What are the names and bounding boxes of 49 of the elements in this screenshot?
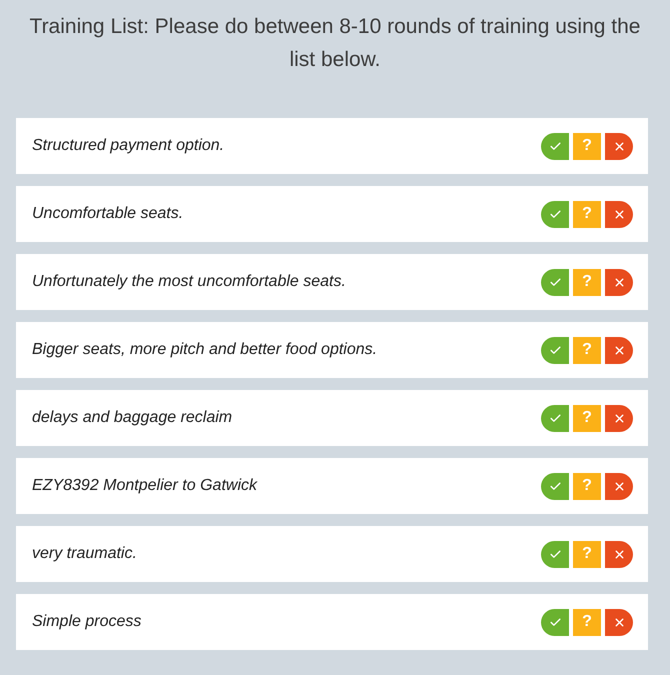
yes-button[interactable] [541,200,569,228]
check-icon [548,276,562,288]
no-button[interactable] [605,472,633,500]
no-button[interactable] [605,540,633,568]
yes-button[interactable] [541,540,569,568]
check-icon [548,140,562,152]
yes-button[interactable] [541,608,569,636]
unsure-button[interactable]: ? [573,268,601,296]
yes-button[interactable] [541,404,569,432]
item-text: delays and baggage reclaim [32,408,234,428]
unsure-button[interactable]: ? [573,608,601,636]
check-icon [548,480,562,492]
page-heading: Training List: Please do between 8-10 rounds of training using the list below. [28,14,642,73]
no-button[interactable] [605,404,633,432]
check-icon [548,548,562,560]
close-icon [612,548,626,560]
close-icon [612,480,626,492]
no-button[interactable] [605,132,633,160]
check-icon [548,412,562,424]
unsure-button[interactable]: ? [573,336,601,364]
unsure-button[interactable]: ? [573,404,601,432]
close-icon [612,208,626,220]
item-text: Bigger seats, more pitch and better food options. [32,340,378,360]
close-icon [612,140,626,152]
unsure-button[interactable]: ? [573,540,601,568]
no-button[interactable] [605,200,633,228]
unsure-button[interactable]: ? [573,472,601,500]
no-button[interactable] [605,268,633,296]
item-text: very traumatic. [32,544,138,564]
check-icon [548,344,562,356]
unsure-button[interactable]: ? [573,132,601,160]
check-icon [548,616,562,628]
close-icon [612,276,626,288]
item-text: Unfortunately the most uncomfortable seats. [32,272,347,292]
yes-button[interactable] [541,268,569,296]
close-icon [612,412,626,424]
item-text: Simple process [32,612,142,632]
close-icon [612,344,626,356]
no-button[interactable] [605,336,633,364]
yes-button[interactable] [541,132,569,160]
close-icon [612,616,626,628]
item-text: Uncomfortable seats. [32,204,184,224]
item-text: Structured payment option. [32,136,226,156]
item-text: EZY8392 Montpelier to Gatwick [32,476,258,496]
unsure-button[interactable]: ? [573,200,601,228]
check-icon [548,208,562,220]
yes-button[interactable] [541,336,569,364]
no-button[interactable] [605,608,633,636]
yes-button[interactable] [541,472,569,500]
